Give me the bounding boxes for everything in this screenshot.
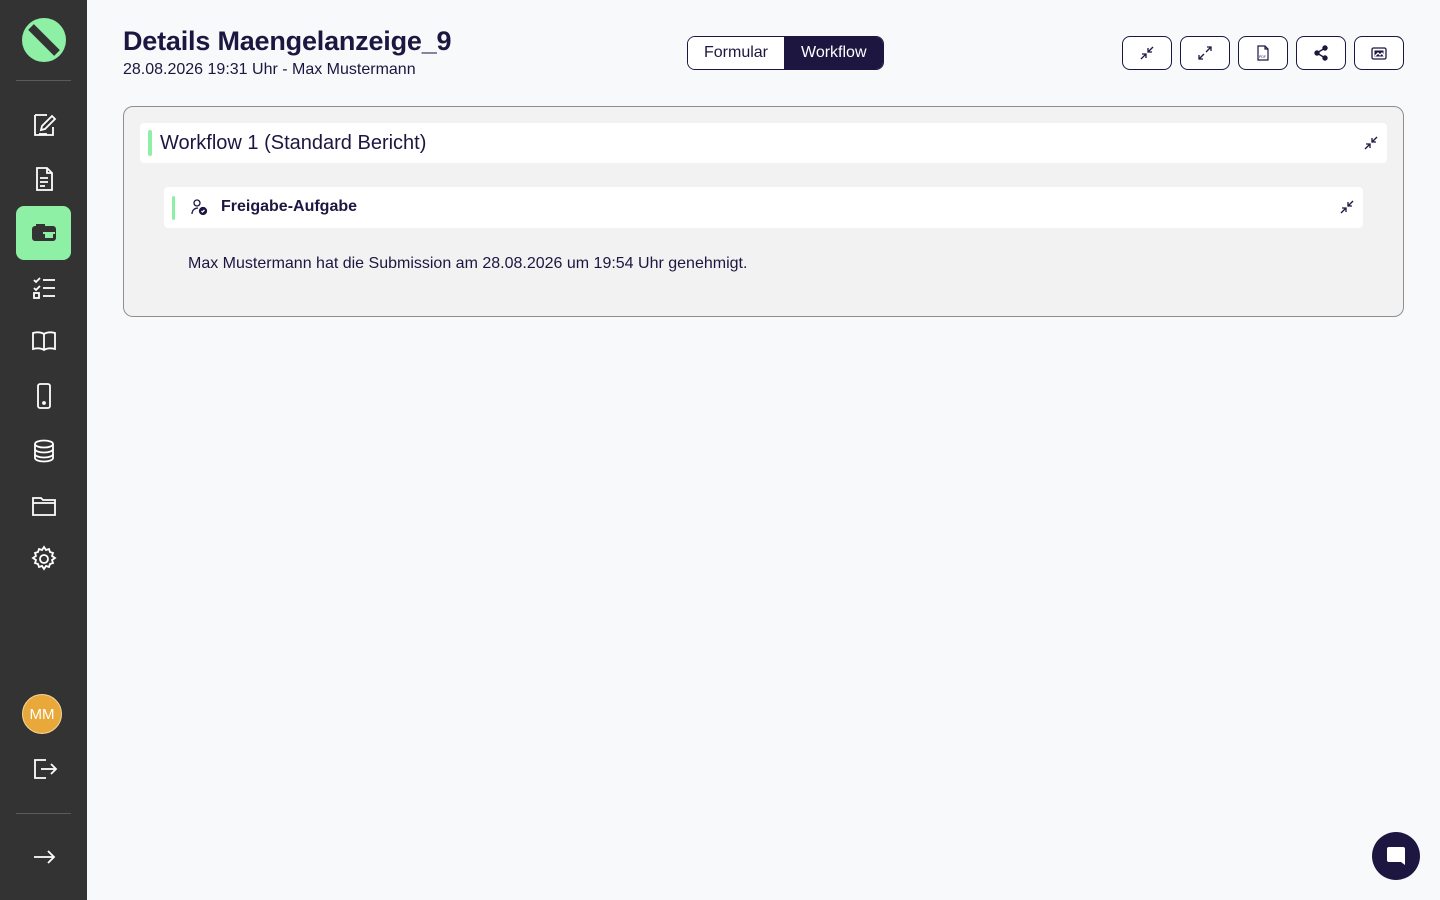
- sidebar-divider: [16, 813, 71, 814]
- workflow-accent-bar: [148, 130, 152, 156]
- image-export-button[interactable]: [1354, 36, 1404, 70]
- sidebar-item-data[interactable]: [16, 424, 71, 478]
- pdf-export-button[interactable]: PDF: [1238, 36, 1288, 70]
- checklist-icon: [32, 277, 55, 299]
- arrow-right-icon: [33, 850, 55, 864]
- pdf-icon: PDF: [1257, 45, 1269, 61]
- tab-formular[interactable]: Formular: [688, 37, 786, 69]
- collapse-icon: [1364, 136, 1378, 150]
- logout-icon: [33, 759, 57, 779]
- mobile-icon: [36, 383, 51, 409]
- logo-icon: [28, 24, 60, 56]
- document-icon: [35, 167, 53, 191]
- sidebar-item-inbox[interactable]: [16, 206, 71, 260]
- sidebar: MM: [0, 0, 87, 900]
- workflow-panel: Workflow 1 (Standard Bericht) Freigabe-A…: [123, 106, 1404, 317]
- chat-icon: [1387, 847, 1405, 865]
- sidebar-item-devices[interactable]: [16, 369, 71, 423]
- collapse-icon: [1340, 200, 1354, 214]
- expand-all-button[interactable]: [1180, 36, 1230, 70]
- chat-button[interactable]: [1372, 832, 1420, 880]
- workflow-title: Workflow 1 (Standard Bericht): [160, 132, 427, 154]
- image-icon: [1371, 47, 1387, 60]
- expand-all-icon: [1198, 46, 1212, 60]
- inbox-icon: [31, 224, 56, 241]
- user-check-icon: [191, 199, 208, 216]
- share-icon: [1314, 45, 1328, 61]
- collapse-all-icon: [1140, 46, 1154, 60]
- sidebar-item-tasks[interactable]: [16, 260, 71, 314]
- approval-message: Max Mustermann hat die Submission am 28.…: [188, 255, 748, 272]
- sidebar-divider: [16, 80, 71, 81]
- task-collapse-button[interactable]: [1336, 196, 1358, 218]
- tab-workflow[interactable]: Workflow: [785, 37, 883, 69]
- database-icon: [33, 439, 54, 463]
- avatar[interactable]: MM: [22, 694, 62, 734]
- book-icon: [31, 331, 56, 352]
- expand-sidebar-button[interactable]: [16, 830, 71, 884]
- page-subtitle: 28.08.2026 19:31 Uhr - Max Mustermann: [123, 61, 416, 78]
- collapse-all-button[interactable]: [1122, 36, 1172, 70]
- svg-text:PDF: PDF: [1259, 55, 1266, 59]
- app-logo[interactable]: [22, 18, 66, 62]
- workflow-header[interactable]: Workflow 1 (Standard Bericht): [140, 123, 1387, 163]
- task-title: Freigabe-Aufgabe: [221, 198, 358, 215]
- page-title: Details Maengelanzeige_9: [123, 26, 452, 56]
- workflow-collapse-button[interactable]: [1360, 132, 1382, 154]
- settings-icon: [30, 545, 57, 571]
- sidebar-item-settings[interactable]: [16, 532, 71, 586]
- sidebar-item-files[interactable]: [16, 478, 71, 532]
- task-header[interactable]: Freigabe-Aufgabe: [164, 187, 1363, 228]
- sidebar-item-documents[interactable]: [16, 152, 71, 206]
- task-accent-bar: [172, 196, 175, 220]
- view-toggle: Formular Workflow: [687, 36, 884, 70]
- sidebar-item-library[interactable]: [16, 314, 71, 368]
- sidebar-item-forms[interactable]: [16, 98, 71, 152]
- avatar-initials: MM: [29, 705, 55, 723]
- share-button[interactable]: [1296, 36, 1346, 70]
- folder-icon: [31, 497, 56, 516]
- edit-form-icon: [33, 114, 56, 136]
- logout-button[interactable]: [16, 742, 71, 796]
